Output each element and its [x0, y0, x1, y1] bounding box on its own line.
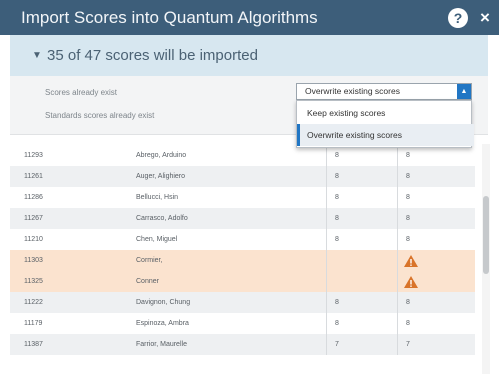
standards-score-cell: 8 — [406, 152, 410, 159]
student-id-cell: 11222 — [24, 299, 43, 306]
table-row: 11303 Cormier, — [10, 250, 475, 271]
table-row: 11222 Davignon, Chung 8 8 — [10, 292, 475, 313]
student-id-cell: 11286 — [24, 194, 43, 201]
standards-score-cell: 8 — [406, 320, 410, 327]
student-name-cell: Carrasco, Adolfo — [136, 215, 188, 222]
help-button[interactable]: ? — [448, 8, 468, 28]
student-name-cell: Cormier, — [136, 257, 163, 264]
import-summary-text: 35 of 47 scores will be imported — [47, 47, 258, 64]
student-id-cell: 11303 — [24, 257, 43, 264]
standards-score-cell: 7 — [406, 341, 410, 348]
student-id-cell: 11267 — [24, 215, 43, 222]
dialog-title: Import Scores into Quantum Algorithms — [21, 8, 318, 27]
column-divider — [397, 187, 398, 208]
student-name-cell: Bellucci, Hsin — [136, 194, 179, 201]
table-row: 11286 Bellucci, Hsin 8 8 — [10, 187, 475, 208]
option-overwrite-existing[interactable]: Overwrite existing scores — [297, 124, 474, 146]
column-divider — [326, 229, 327, 250]
student-name-cell: Conner — [136, 278, 159, 285]
student-name-cell: Chen, Miguel — [136, 236, 178, 243]
dialog-titlebar: Import Scores into Quantum Algorithms ? … — [0, 0, 499, 35]
chevron-up-icon[interactable]: ▲ — [457, 84, 471, 99]
standards-score-cell: 8 — [406, 194, 410, 201]
student-id-cell: 11210 — [24, 236, 43, 243]
student-id-cell: 11293 — [24, 152, 43, 159]
student-name-cell: Abrego, Arduino — [136, 152, 187, 159]
option-label: Keep existing scores — [307, 108, 386, 118]
warning-icon — [404, 276, 418, 288]
student-id-cell: 11387 — [24, 341, 43, 348]
score-cell: 8 — [335, 173, 339, 180]
table-row: 11210 Chen, Miguel 8 8 — [10, 229, 475, 250]
score-cell: 8 — [335, 299, 339, 306]
option-keep-existing[interactable]: Keep existing scores — [297, 102, 471, 124]
column-divider — [397, 271, 398, 292]
column-divider — [397, 334, 398, 355]
score-cell: 8 — [335, 215, 339, 222]
select-value: Overwrite existing scores — [305, 86, 400, 96]
student-name-cell: Farrior, Maurelle — [136, 341, 187, 348]
student-id-cell: 11325 — [24, 278, 43, 285]
standards-score-cell: 8 — [406, 173, 410, 180]
standards-score-cell: 8 — [406, 299, 410, 306]
column-divider — [397, 145, 398, 166]
table-row: 11267 Carrasco, Adolfo 8 8 — [10, 208, 475, 229]
column-divider — [326, 145, 327, 166]
score-cell: 8 — [335, 194, 339, 201]
scores-exist-label: Scores already exist — [45, 88, 118, 97]
table-row: 11261 Auger, Alighiero 8 8 — [10, 166, 475, 187]
scrollbar-thumb[interactable] — [483, 196, 489, 274]
existing-scores-select[interactable]: Overwrite existing scores ▲ — [296, 83, 472, 100]
column-divider — [326, 250, 327, 271]
column-divider — [326, 292, 327, 313]
standards-score-cell: 8 — [406, 215, 410, 222]
column-divider — [397, 250, 398, 271]
student-name-cell: Davignon, Chung — [136, 299, 191, 306]
student-name-cell: Auger, Alighiero — [136, 173, 186, 180]
table-row: 11325 Conner — [10, 271, 475, 292]
table-row: 11293 Abrego, Arduino 8 8 — [10, 145, 475, 166]
column-divider — [397, 208, 398, 229]
warning-icon — [404, 255, 418, 267]
option-label: Overwrite existing scores — [307, 130, 402, 140]
score-cell: 8 — [335, 152, 339, 159]
column-divider — [326, 187, 327, 208]
score-cell: 7 — [335, 341, 339, 348]
table-scrollbar[interactable] — [482, 144, 490, 374]
column-divider — [397, 313, 398, 334]
student-id-cell: 11179 — [24, 320, 43, 327]
table-row: 11179 Espinoza, Ambra 8 8 — [10, 313, 475, 334]
scores-table: 11293 Abrego, Arduino 8 8 11261 Auger, Alighi… — [10, 144, 475, 374]
column-divider — [326, 208, 327, 229]
standards-score-cell: 8 — [406, 236, 410, 243]
column-divider — [397, 292, 398, 313]
standards-exist-label: Standards scores already exist — [45, 111, 155, 120]
column-divider — [326, 313, 327, 334]
existing-scores-dropdown: Keep existing scores Overwrite existing … — [296, 100, 474, 148]
score-cell: 8 — [335, 320, 339, 327]
column-divider — [326, 334, 327, 355]
table-row: 11387 Farrior, Maurelle 7 7 — [10, 334, 475, 355]
column-divider — [326, 166, 327, 187]
column-divider — [397, 166, 398, 187]
triangle-down-icon: ▼ — [32, 50, 42, 61]
column-divider — [326, 271, 327, 292]
student-name-cell: Espinoza, Ambra — [136, 320, 189, 327]
column-divider — [397, 229, 398, 250]
score-cell: 8 — [335, 236, 339, 243]
close-button[interactable]: × — [475, 8, 495, 28]
import-summary-toggle[interactable]: ▼ 35 of 47 scores will be imported — [10, 35, 488, 76]
student-id-cell: 11261 — [24, 173, 43, 180]
